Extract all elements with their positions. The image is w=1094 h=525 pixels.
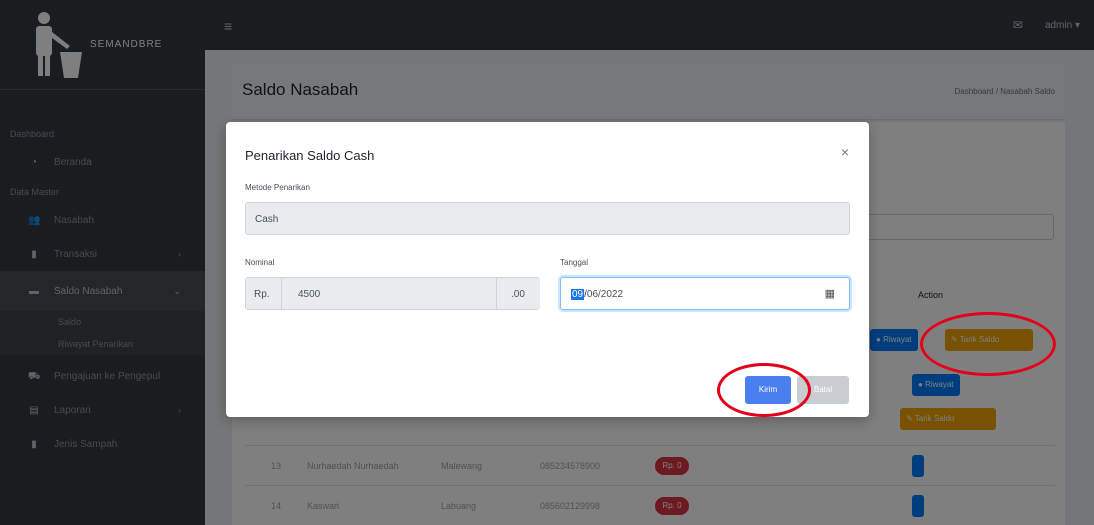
tanggal-input[interactable]: 09/06/2022 ▦ <box>560 277 850 310</box>
metode-field: Cash <box>245 202 850 235</box>
nominal-field: Rp. 4500 .00 <box>245 277 540 310</box>
modal-title: Penarikan Saldo Cash <box>245 148 375 163</box>
nominal-label: Nominal <box>245 258 275 267</box>
annotation-circle-kirim <box>717 363 811 417</box>
annotation-circle-tarik-saldo <box>920 312 1056 376</box>
metode-value: Cash <box>255 214 279 225</box>
currency-prefix: Rp. <box>246 278 282 309</box>
metode-label: Metode Penarikan <box>245 183 310 192</box>
tanggal-value: 09/06/2022 <box>571 289 623 300</box>
close-icon[interactable]: × <box>841 144 849 160</box>
calendar-icon[interactable]: ▦ <box>825 287 835 300</box>
date-rest: /06/2022 <box>584 289 624 300</box>
decimal-suffix: .00 <box>496 278 540 309</box>
date-day-selected: 09 <box>571 289 585 300</box>
tanggal-label: Tanggal <box>560 258 589 267</box>
nominal-value: 4500 <box>298 289 321 300</box>
